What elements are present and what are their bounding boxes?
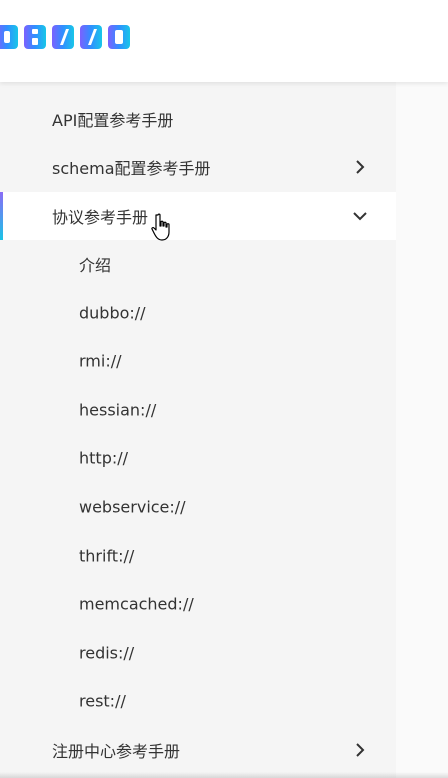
submenu-item-webservice[interactable]: webservice:// [0, 483, 396, 531]
submenu-item-label: dubbo:// [79, 303, 146, 323]
submenu-item-label: 介绍 [79, 256, 112, 275]
submenu-item-label: rest:// [79, 691, 126, 711]
submenu-item-memcached[interactable]: memcached:// [0, 580, 396, 628]
menu-item-api-config[interactable]: API配置参考手册 [0, 95, 396, 143]
submenu-item-label: webservice:// [79, 497, 186, 517]
menu-item-protocol-ref[interactable]: 协议参考手册 [0, 192, 396, 240]
bottom-edge-shadow [0, 772, 448, 778]
hand-pointer-icon [151, 213, 170, 241]
chevron-down-icon [353, 212, 367, 221]
top-header [0, 0, 448, 82]
submenu-item-label: http:// [79, 448, 129, 468]
submenu-item-hessian[interactable]: hessian:// [0, 386, 396, 434]
submenu-item-rmi[interactable]: rmi:// [0, 337, 396, 385]
submenu-item-label: thrift:// [79, 546, 135, 566]
submenu-item-intro[interactable]: 介绍 [0, 240, 396, 288]
submenu-item-label: redis:// [79, 643, 135, 663]
menu-item-label: 协议参考手册 [52, 208, 149, 227]
submenu-item-label: rmi:// [79, 351, 122, 371]
submenu-item-rest[interactable]: rest:// [0, 677, 396, 725]
submenu-item-dubbo[interactable]: dubbo:// [0, 289, 396, 337]
submenu-item-redis[interactable]: redis:// [0, 629, 396, 677]
menu-item-label: schema配置参考手册 [52, 159, 211, 178]
submenu-item-http[interactable]: http:// [0, 434, 396, 482]
content-pane [396, 82, 448, 778]
sidebar-nav: API配置参考手册 schema配置参考手册 协议参考手册 介绍 dubbo:/… [0, 82, 396, 778]
menu-item-label: API配置参考手册 [52, 111, 174, 130]
menu-item-registry-ref[interactable]: 注册中心参考手册 [0, 726, 396, 774]
chevron-right-icon [356, 743, 365, 757]
dubbo-logo[interactable] [0, 25, 130, 49]
menu-item-label: 注册中心参考手册 [52, 742, 181, 761]
menu-item-schema-config[interactable]: schema配置参考手册 [0, 143, 396, 191]
active-indicator [0, 192, 3, 240]
chevron-right-icon [356, 160, 365, 174]
submenu-item-thrift[interactable]: thrift:// [0, 532, 396, 580]
submenu-item-label: memcached:// [79, 594, 194, 614]
submenu-item-label: hessian:// [79, 400, 157, 420]
